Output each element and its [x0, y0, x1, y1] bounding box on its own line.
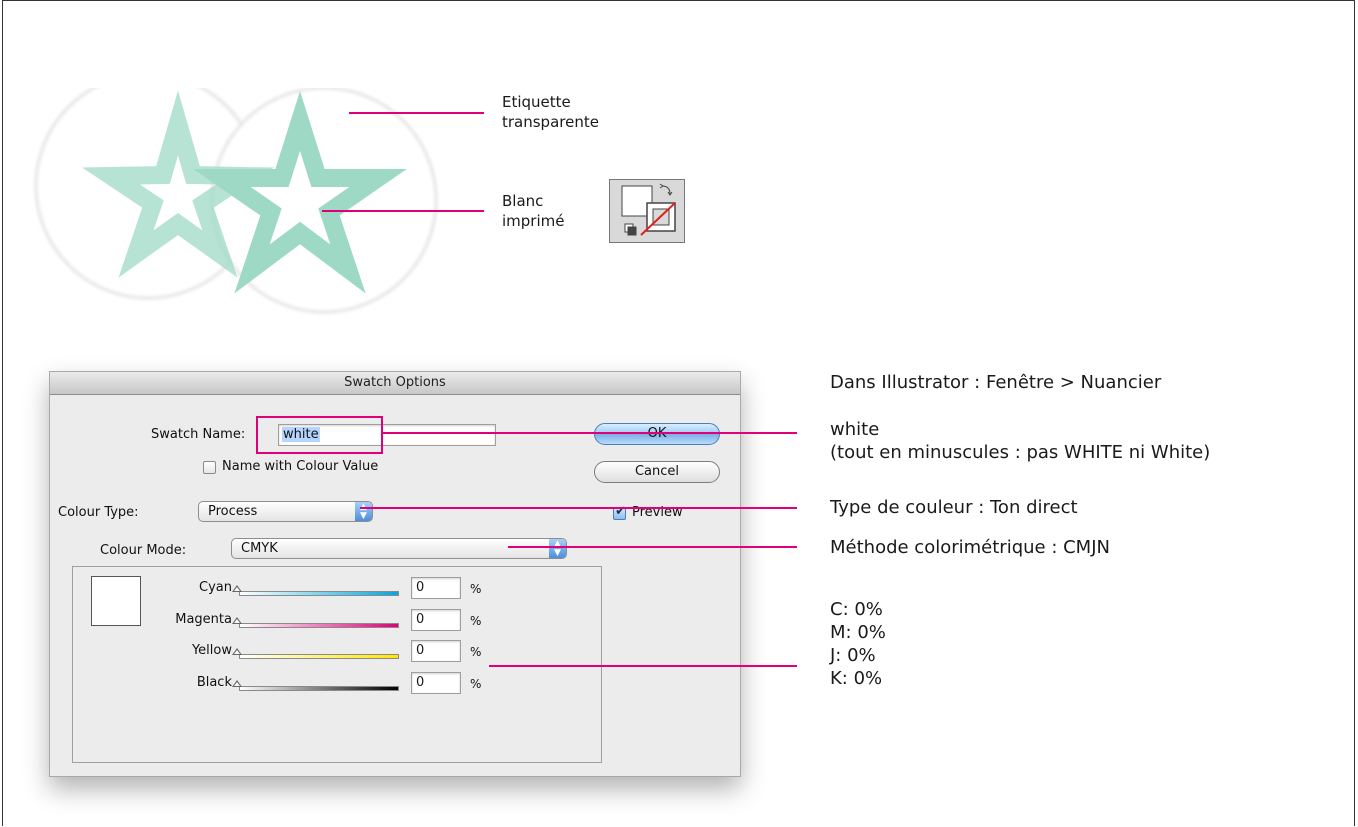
sticker-illustration: [34, 88, 438, 314]
updown-arrows-icon: ▲▼: [355, 502, 372, 521]
colour-mode-select[interactable]: CMYK ▲ ▼: [231, 538, 567, 559]
colour-type-label: Colour Type:: [58, 505, 139, 520]
mode-note: Méthode colorimétrique : CMJN: [830, 537, 1110, 558]
yellow-label: Yellow: [191, 643, 232, 658]
cyan-value-input[interactable]: 0: [411, 577, 461, 599]
magenta-unit: %: [470, 614, 482, 628]
black-unit: %: [470, 677, 482, 691]
name-with-colour-value-checkbox[interactable]: [203, 461, 216, 474]
leader-line-values: [489, 665, 797, 667]
leader-line-transparent: [349, 112, 484, 114]
cyan-unit: %: [470, 582, 482, 596]
label-transparent: Etiquette transparente: [502, 93, 599, 131]
black-slider-thumb-icon[interactable]: [232, 680, 242, 687]
cyan-slider-thumb-icon[interactable]: [232, 585, 242, 592]
magenta-label: Magenta: [175, 612, 232, 627]
magenta-slider-thumb-icon[interactable]: [232, 617, 242, 624]
yellow-slider[interactable]: [239, 654, 399, 659]
black-value-input[interactable]: 0: [411, 672, 461, 694]
updown-arrows-icon: ▲▼: [549, 539, 566, 558]
highlight-box: [256, 416, 383, 454]
colour-preview-swatch: [91, 576, 141, 626]
black-label: Black: [196, 675, 232, 690]
cyan-label: Cyan: [199, 580, 232, 595]
yellow-slider-thumb-icon[interactable]: [232, 648, 242, 655]
type-note: Type de couleur : Ton direct: [830, 497, 1078, 518]
cancel-button[interactable]: Cancel: [594, 461, 720, 483]
leader-line-mode: [508, 546, 797, 548]
ok-button[interactable]: OK: [594, 423, 720, 445]
cyan-slider[interactable]: [239, 591, 399, 596]
yellow-value-input[interactable]: 0: [411, 640, 461, 662]
magenta-value-input[interactable]: 0: [411, 609, 461, 631]
yellow-unit: %: [470, 645, 482, 659]
colour-type-select[interactable]: Process ▲▼: [198, 501, 373, 522]
menu-path-note: Dans Illustrator : Fenêtre > Nuancier: [830, 372, 1162, 393]
name-with-colour-value-label: Name with Colour Value: [222, 459, 379, 474]
label-printed-white: Blanc imprimé: [502, 192, 565, 230]
name-note: white (tout en minuscules : pas WHITE ni…: [830, 419, 1211, 463]
black-slider[interactable]: [239, 686, 399, 691]
fill-stroke-widget[interactable]: [609, 179, 685, 243]
fill-stroke-icon: [621, 183, 676, 236]
leader-line-printed-white: [322, 210, 484, 212]
swatch-name-label: Swatch Name:: [151, 427, 246, 442]
magenta-slider[interactable]: [239, 623, 399, 628]
dialog-title: Swatch Options: [50, 372, 740, 395]
leader-line-type: [360, 507, 797, 509]
leader-line-name: [381, 432, 797, 434]
colour-mode-label: Colour Mode:: [94, 543, 193, 558]
values-note: C: 0% M: 0% J: 0% K: 0%: [830, 599, 886, 689]
